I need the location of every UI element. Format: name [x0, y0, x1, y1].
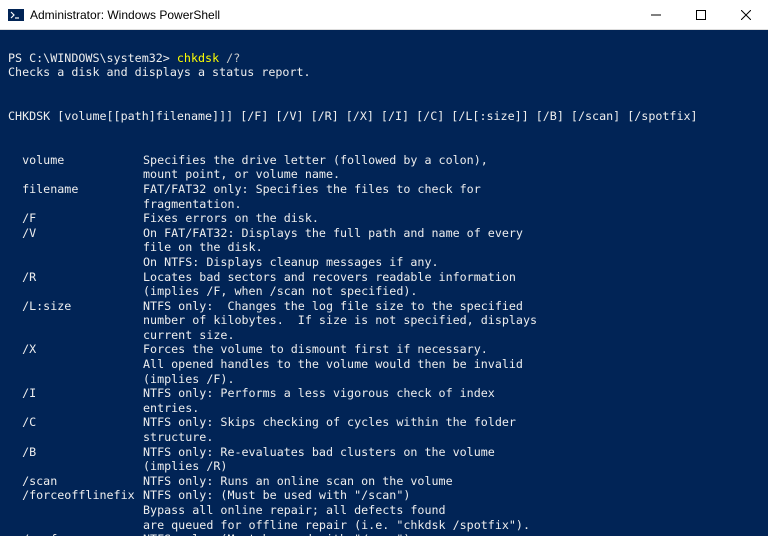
option-name: filename — [8, 182, 143, 197]
option-description: file on the disk. — [143, 240, 760, 255]
option-name — [8, 255, 143, 270]
option-description: All opened handles to the volume would t… — [143, 357, 760, 372]
help-row: structure. — [8, 430, 760, 445]
prompt-path: PS C:\WINDOWS\system32> — [8, 51, 177, 65]
option-description: Bypass all online repair; all defects fo… — [143, 503, 760, 518]
help-row: /BNTFS only: Re-evaluates bad clusters o… — [8, 445, 760, 460]
command-text: chkdsk — [177, 51, 219, 65]
option-name: /scan — [8, 474, 143, 489]
help-row: current size. — [8, 328, 760, 343]
option-name: volume — [8, 153, 143, 168]
option-description: current size. — [143, 328, 760, 343]
option-name — [8, 518, 143, 533]
minimize-button[interactable] — [633, 0, 678, 30]
option-description: NTFS only: Runs an online scan on the vo… — [143, 474, 760, 489]
help-row: /CNTFS only: Skips checking of cycles wi… — [8, 415, 760, 430]
help-row: /VOn FAT/FAT32: Displays the full path a… — [8, 226, 760, 241]
option-name: /F — [8, 211, 143, 226]
option-name: /forceofflinefix — [8, 488, 143, 503]
option-description: Locates bad sectors and recovers readabl… — [143, 270, 760, 285]
window-controls — [633, 0, 768, 30]
window-title: Administrator: Windows PowerShell — [30, 8, 633, 22]
option-name — [8, 357, 143, 372]
option-description: NTFS only: Re-evaluates bad clusters on … — [143, 445, 760, 460]
option-description: entries. — [143, 401, 760, 416]
option-description: Forces the volume to dismount first if n… — [143, 342, 760, 357]
help-row: (implies /F). — [8, 372, 760, 387]
option-name — [8, 328, 143, 343]
help-row: /FFixes errors on the disk. — [8, 211, 760, 226]
help-row: fragmentation. — [8, 197, 760, 212]
option-name: /perf — [8, 532, 143, 536]
titlebar: Administrator: Windows PowerShell — [0, 0, 768, 30]
help-row: /perfNTFS only: (Must be used with "/sca… — [8, 532, 760, 536]
option-description: are queued for offline repair (i.e. "chk… — [143, 518, 760, 533]
help-row: On NTFS: Displays cleanup messages if an… — [8, 255, 760, 270]
help-row: (implies /F, when /scan not specified). — [8, 284, 760, 299]
help-row: filenameFAT/FAT32 only: Specifies the fi… — [8, 182, 760, 197]
help-row: All opened handles to the volume would t… — [8, 357, 760, 372]
help-row: /INTFS only: Performs a less vigorous ch… — [8, 386, 760, 401]
help-row: /forceofflinefixNTFS only: (Must be used… — [8, 488, 760, 503]
option-description: fragmentation. — [143, 197, 760, 212]
help-row: volumeSpecifies the drive letter (follow… — [8, 153, 760, 168]
help-row: number of kilobytes. If size is not spec… — [8, 313, 760, 328]
option-name — [8, 401, 143, 416]
option-name: /L:size — [8, 299, 143, 314]
option-description: (implies /F). — [143, 372, 760, 387]
option-name: /R — [8, 270, 143, 285]
help-row: /L:sizeNTFS only: Changes the log file s… — [8, 299, 760, 314]
option-description: NTFS only: (Must be used with "/scan") — [143, 532, 760, 536]
option-name — [8, 430, 143, 445]
help-row: Bypass all online repair; all defects fo… — [8, 503, 760, 518]
option-description: NTFS only: Skips checking of cycles with… — [143, 415, 760, 430]
option-name — [8, 459, 143, 474]
option-description: structure. — [143, 430, 760, 445]
option-name — [8, 197, 143, 212]
help-row: are queued for offline repair (i.e. "chk… — [8, 518, 760, 533]
option-name: /X — [8, 342, 143, 357]
option-description: mount point, or volume name. — [143, 167, 760, 182]
option-name — [8, 284, 143, 299]
option-description: Specifies the drive letter (followed by … — [143, 153, 760, 168]
help-row: mount point, or volume name. — [8, 167, 760, 182]
command-arg: /? — [219, 51, 240, 65]
help-row: entries. — [8, 401, 760, 416]
option-description: Fixes errors on the disk. — [143, 211, 760, 226]
option-description: On NTFS: Displays cleanup messages if an… — [143, 255, 760, 270]
help-row: /RLocates bad sectors and recovers reada… — [8, 270, 760, 285]
option-name — [8, 240, 143, 255]
option-description: NTFS only: (Must be used with "/scan") — [143, 488, 760, 503]
syntax-line: CHKDSK [volume[[path]filename]]] [/F] [/… — [8, 109, 698, 123]
option-description: NTFS only: Performs a less vigorous chec… — [143, 386, 760, 401]
help-row: file on the disk. — [8, 240, 760, 255]
option-name: /C — [8, 415, 143, 430]
option-name — [8, 313, 143, 328]
help-row: /scanNTFS only: Runs an online scan on t… — [8, 474, 760, 489]
powershell-icon — [8, 7, 24, 23]
option-description: On FAT/FAT32: Displays the full path and… — [143, 226, 760, 241]
option-name — [8, 503, 143, 518]
option-name — [8, 372, 143, 387]
option-name: /V — [8, 226, 143, 241]
option-description: (implies /F, when /scan not specified). — [143, 284, 760, 299]
help-row: /XForces the volume to dismount first if… — [8, 342, 760, 357]
help-row: (implies /R) — [8, 459, 760, 474]
option-description: number of kilobytes. If size is not spec… — [143, 313, 760, 328]
option-name — [8, 167, 143, 182]
option-description: NTFS only: Changes the log file size to … — [143, 299, 760, 314]
option-description: (implies /R) — [143, 459, 760, 474]
option-name: /B — [8, 445, 143, 460]
close-button[interactable] — [723, 0, 768, 30]
option-name: /I — [8, 386, 143, 401]
option-description: FAT/FAT32 only: Specifies the files to c… — [143, 182, 760, 197]
intro-line: Checks a disk and displays a status repo… — [8, 65, 311, 79]
terminal-output[interactable]: PS C:\WINDOWS\system32> chkdsk /? Checks… — [0, 30, 768, 536]
maximize-button[interactable] — [678, 0, 723, 30]
